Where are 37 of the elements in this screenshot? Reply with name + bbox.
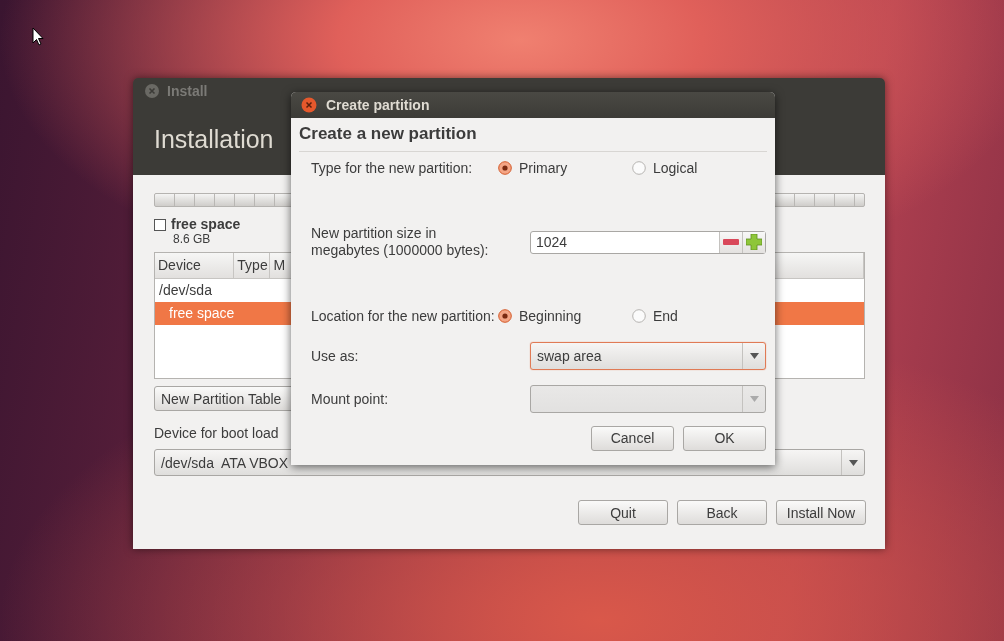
radio-button[interactable] (632, 161, 646, 175)
radio-button[interactable] (498, 309, 512, 323)
action-button[interactable]: Back (677, 500, 767, 525)
page-heading: Installation (154, 125, 274, 154)
dialog-heading: Create a new partition (299, 124, 767, 152)
radio-button[interactable] (498, 161, 512, 175)
close-icon[interactable] (145, 84, 159, 98)
dialog-button[interactable]: Cancel (591, 425, 674, 451)
action-button[interactable]: Quit (578, 500, 668, 525)
size-spin-field[interactable]: 1024 (530, 230, 766, 254)
radio-label: End (653, 308, 678, 324)
column-header[interactable]: Type (234, 253, 271, 278)
radio-label: Beginning (519, 308, 582, 324)
action-button[interactable]: Install Now (776, 500, 866, 525)
field-label: Location for the new partition: (311, 307, 496, 325)
minus-icon[interactable] (723, 239, 739, 245)
legend-size: 8.6 GB (173, 232, 212, 246)
field-label: New partition size in megabytes (1000000 bytes): (311, 225, 490, 259)
dialog-title: Create partition (326, 97, 430, 113)
dropdown-arrow-icon (749, 353, 759, 359)
boot-loader-label: Device for boot load (154, 425, 279, 441)
radio-label: Primary (519, 160, 568, 176)
field-label: Use as: (311, 347, 360, 365)
window-title: Install (167, 83, 208, 99)
use-as-dropdown[interactable]: swap area (530, 342, 766, 370)
radio-button[interactable] (632, 309, 646, 323)
dropdown-arrow-icon (848, 459, 858, 466)
close-icon[interactable] (301, 97, 317, 113)
dialog-button[interactable]: OK (683, 425, 766, 451)
legend-label: free space (171, 216, 241, 232)
field-label: Type for the new partition: (311, 159, 474, 177)
dropdown-arrow-icon (749, 396, 759, 402)
plus-icon[interactable] (746, 234, 762, 250)
column-header[interactable]: Device (155, 253, 235, 278)
radio-label: Logical (653, 160, 698, 176)
cursor-icon (32, 27, 44, 46)
legend-swatch (154, 219, 166, 231)
